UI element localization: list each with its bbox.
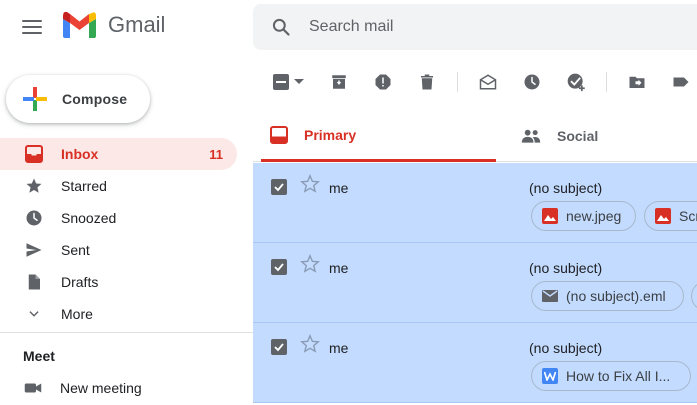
mail-list-pane: Primary Social me (no subject) new.jpeg — [253, 58, 697, 405]
sidebar-divider — [0, 332, 253, 333]
tab-label: Social — [557, 128, 599, 144]
add-to-tasks-icon[interactable] — [566, 72, 586, 92]
main-menu-button[interactable] — [16, 14, 48, 40]
sidebar-item-snoozed[interactable]: Snoozed — [0, 202, 240, 234]
star-toggle-icon[interactable] — [299, 333, 321, 355]
mark-as-read-icon[interactable] — [478, 72, 498, 92]
email-row[interactable]: me (no subject) How to Fix All I... — [253, 323, 697, 403]
search-icon[interactable] — [271, 17, 291, 37]
word-doc-icon — [542, 368, 558, 384]
plus-icon — [23, 87, 47, 111]
menu-line — [22, 20, 42, 22]
send-icon — [24, 240, 44, 260]
image-icon — [655, 208, 671, 224]
sidebar-item-sent[interactable]: Sent — [0, 234, 240, 266]
attachment-name: Scr — [679, 208, 697, 224]
snooze-icon[interactable] — [522, 72, 542, 92]
archive-icon[interactable] — [329, 72, 349, 92]
sidebar-item-inbox[interactable]: Inbox 11 — [0, 138, 237, 170]
label-icon[interactable] — [671, 72, 691, 92]
draft-icon — [24, 272, 44, 292]
videocam-icon — [24, 383, 42, 393]
menu-line — [22, 32, 42, 34]
attachment-name: (no subject).eml — [566, 288, 666, 304]
email-row[interactable]: me (no subject) new.jpeg Scr — [253, 163, 697, 243]
inbox-icon — [24, 144, 44, 164]
inbox-icon — [270, 125, 288, 144]
attachment-chip-overflow[interactable] — [691, 281, 697, 311]
mail-icon — [542, 288, 558, 304]
compose-button[interactable]: Compose — [6, 75, 150, 123]
delete-icon[interactable] — [417, 72, 437, 92]
search-input[interactable] — [309, 18, 609, 36]
email-sender: me — [329, 180, 349, 196]
image-icon — [542, 208, 558, 224]
sidebar-item-label: Snoozed — [61, 210, 117, 226]
app-name: Gmail — [108, 12, 166, 37]
new-meeting-button[interactable]: New meeting — [24, 376, 142, 400]
new-meeting-label: New meeting — [60, 380, 142, 396]
sidebar-nav: Inbox 11 Starred Snoozed Sent Drafts Mor… — [0, 138, 240, 330]
tab-social[interactable]: Social — [521, 110, 697, 162]
toolbar-divider — [457, 72, 458, 92]
attachment-chip[interactable]: (no subject).eml — [531, 281, 684, 311]
compose-label: Compose — [62, 91, 128, 107]
category-tabs: Primary Social — [253, 110, 697, 162]
attachment-chip[interactable]: new.jpeg — [531, 201, 636, 231]
email-row[interactable]: me (no subject) (no subject).eml — [253, 243, 697, 323]
gmail-m-icon — [63, 11, 96, 38]
attachment-name: How to Fix All I... — [566, 368, 671, 384]
select-dropdown-icon[interactable] — [293, 72, 305, 92]
meet-heading: Meet — [23, 348, 55, 364]
toolbar-divider — [606, 72, 607, 92]
sidebar-item-label: Inbox — [61, 146, 99, 162]
tab-label: Primary — [304, 126, 357, 143]
clock-icon — [24, 208, 44, 228]
mail-toolbar — [253, 58, 697, 106]
sidebar-item-label: Drafts — [61, 274, 99, 290]
email-sender: me — [329, 260, 349, 276]
sidebar-item-label: Sent — [61, 242, 90, 258]
attachment-chip[interactable]: Scr — [644, 201, 697, 231]
sidebar-item-label: Starred — [61, 178, 107, 194]
email-subject: (no subject) — [529, 340, 603, 356]
people-icon — [521, 129, 541, 143]
star-toggle-icon[interactable] — [299, 253, 321, 275]
chevron-down-icon — [24, 304, 44, 324]
attachment-chip[interactable]: How to Fix All I... — [531, 361, 691, 391]
sidebar-item-drafts[interactable]: Drafts — [0, 266, 240, 298]
email-subject: (no subject) — [529, 180, 603, 196]
sidebar-item-label: More — [61, 306, 93, 322]
sidebar-item-starred[interactable]: Starred — [0, 170, 240, 202]
attachment-name: new.jpeg — [566, 208, 622, 224]
star-toggle-icon[interactable] — [299, 173, 321, 195]
report-spam-icon[interactable] — [373, 72, 393, 92]
tab-primary[interactable]: Primary — [261, 110, 496, 162]
email-list: me (no subject) new.jpeg Scr me (no — [253, 163, 697, 403]
menu-line — [22, 26, 42, 28]
row-checkbox[interactable] — [271, 259, 287, 275]
unread-count: 11 — [209, 146, 223, 162]
email-sender: me — [329, 340, 349, 356]
email-subject: (no subject) — [529, 260, 603, 276]
row-checkbox[interactable] — [271, 339, 287, 355]
select-all-checkbox[interactable] — [271, 72, 291, 92]
row-checkbox[interactable] — [271, 179, 287, 195]
sidebar-item-more[interactable]: More — [0, 298, 240, 330]
star-icon — [24, 176, 44, 196]
gmail-logo[interactable]: Gmail — [61, 11, 165, 39]
search-bar[interactable] — [253, 4, 697, 50]
move-to-icon[interactable] — [627, 72, 647, 92]
